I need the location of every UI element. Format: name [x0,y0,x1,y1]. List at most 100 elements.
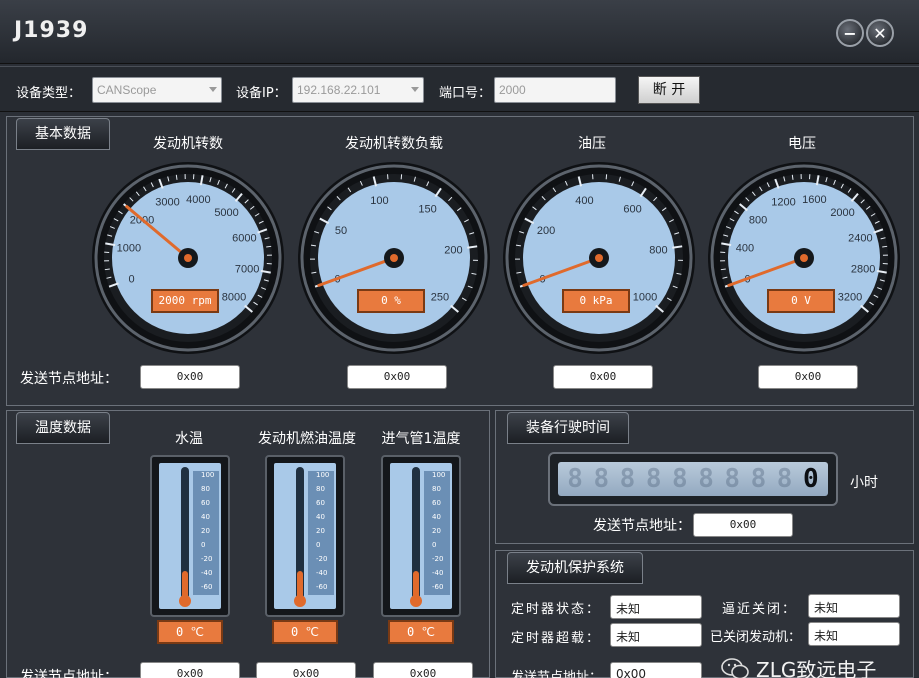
thermometer-scale-label: 100 [432,471,446,479]
port-label: 端口号： [439,86,492,101]
port-input[interactable]: 2000 [494,77,616,103]
approach-close-label: 逼近关闭： [722,602,798,617]
thermometer-scale-label: -40 [432,569,444,577]
tab-engine-protection[interactable]: 发动机保护系统 [507,552,643,584]
protection-address-field[interactable]: 0x00 [610,662,702,678]
gauge-minor-tick [791,174,794,180]
gauge-tick-label: 150 [418,203,436,215]
intake-temp-title: 进气管1温度 [381,431,461,447]
thermometer-scale-label: 20 [432,527,441,535]
rpm-readout: 2000 rpm [151,289,219,313]
gauge-tick-label: 2800 [851,263,875,275]
engine-off-field[interactable]: 未知 [808,622,900,646]
gauge-tick-label: 2400 [848,232,872,244]
gauge-hub-center [390,254,398,262]
gauge-tick-label: 800 [749,214,767,226]
gauge-tick-label: 1200 [771,197,795,209]
gauge-tick-label: 3200 [838,292,862,304]
thermometer-scale-label: -60 [201,583,213,591]
water-temp-readout: 0 ℃ [157,620,223,644]
voltage-address-field[interactable]: 0x00 [758,365,858,389]
chevron-down-icon [411,87,419,92]
gauge-tick-label: 200 [444,245,462,257]
gauge-hub-center [184,254,192,262]
load-address-field[interactable]: 0x00 [347,365,447,389]
thermometer-scale-label: 40 [432,513,441,521]
timer-state-field[interactable]: 未知 [610,595,702,619]
lcd-digit: 8 [750,464,767,494]
thermometer-scale-label: -60 [316,583,328,591]
lcd-digit: 8 [645,464,662,494]
intake-temp-readout: 0 ℃ [388,620,454,644]
gauge-tick-label: 250 [431,292,449,304]
gauge-tick-label: 1600 [802,194,826,206]
thermometer-tube [181,467,189,599]
close-icon: ✕ [873,23,887,43]
device-type-select[interactable]: CANScope [92,77,222,103]
device-ip-input[interactable]: 192.168.22.101 [292,77,424,103]
watermark-text: ZLG致远电子 [756,658,877,678]
thermometer-tube [296,467,304,599]
gauge-tick-label: 3000 [155,197,179,209]
runtime-address-field[interactable]: 0x00 [693,513,793,537]
gauge-minor-tick [266,245,272,248]
water-temp-thermometer: 100 80 60 40 20 0 -20 -40 -60 [150,455,230,617]
oil-pressure-readout: 0 kPa [562,289,630,313]
device-ip-label: 设备IP： [236,86,287,101]
fuel-temp-address-field[interactable]: 0x00 [256,662,356,678]
thermometer-scale-label: 60 [316,499,325,507]
intake-temp-thermometer: 100 80 60 40 20 0 -20 -40 -60 [381,455,461,617]
gauge-tick-label: 1000 [117,243,141,255]
runtime-lcd-display: 8888888880 [548,452,838,506]
thermometer-scale-label: -20 [201,555,213,563]
approach-close-field[interactable]: 未知 [808,594,900,618]
gauge-minor-tick [882,245,888,248]
chevron-down-icon [209,87,217,92]
minimize-icon: − [843,23,857,43]
protection-address-label: 发送节点地址： [511,670,603,678]
oil-pressure-address-field[interactable]: 0x00 [553,365,653,389]
close-button[interactable]: ✕ [866,19,894,47]
engine-off-label: 已关闭发动机： [710,630,802,645]
voltage-readout: 0 V [767,289,835,313]
gauge-hub-center [595,254,603,262]
tab-basic-data[interactable]: 基本数据 [16,118,110,150]
rpm-address-field[interactable]: 0x00 [140,365,240,389]
gauge-minor-tick [104,268,110,271]
runtime-address-label: 发送节点地址： [593,518,691,534]
thermometer-scale-label: 40 [201,513,210,521]
oil-pressure-gauge-title: 油压 [578,136,606,152]
tab-runtime[interactable]: 装备行驶时间 [507,412,629,444]
gauge-tick-label: 400 [736,243,754,255]
minimize-button[interactable]: − [836,19,864,47]
thermometer-bulb [179,595,191,607]
tab-temperature-data[interactable]: 温度数据 [16,412,110,444]
fuel-temp-readout: 0 ℃ [272,620,338,644]
thermometer-face: 100 80 60 40 20 0 -20 -40 -60 [390,463,452,609]
gauge-tick-label: 50 [335,225,347,237]
load-gauge: 0501001502002500 % [296,160,492,356]
basic-address-label: 发送节点地址： [20,371,118,387]
lcd-digit: 8 [593,464,610,494]
timer-state-label: 定时器状态： [511,602,602,617]
gauge-tick-label: 2000 [830,207,854,219]
water-temp-address-field[interactable]: 0x00 [140,662,240,678]
lcd-digit: 8 [672,464,688,494]
thermometer-scale: 100 80 60 40 20 0 -20 -40 -60 [308,471,334,595]
lcd-digit: 0 [802,464,819,494]
voltage-gauge-title: 电压 [788,136,816,152]
device-type-label: 设备类型： [16,86,82,101]
load-readout: 0 % [357,289,425,313]
intake-temp-address-field[interactable]: 0x00 [373,662,473,678]
thermometer-scale-label: -40 [316,569,328,577]
gauge-tick-label: 400 [575,195,593,207]
voltage-gauge: 04008001200160020002400280032000 V [706,160,902,356]
lcd-digit: 8 [567,464,583,494]
disconnect-button[interactable]: 断 开 [638,76,700,104]
rpm-gauge: 0100020003000400050006000700080002000 rp… [90,160,286,356]
timer-overload-field[interactable]: 未知 [610,623,702,647]
wechat-icon [721,657,749,678]
gauge-tick-label: 1000 [633,292,657,304]
thermometer-scale-label: 100 [201,471,215,479]
runtime-unit: 小时 [850,475,878,491]
